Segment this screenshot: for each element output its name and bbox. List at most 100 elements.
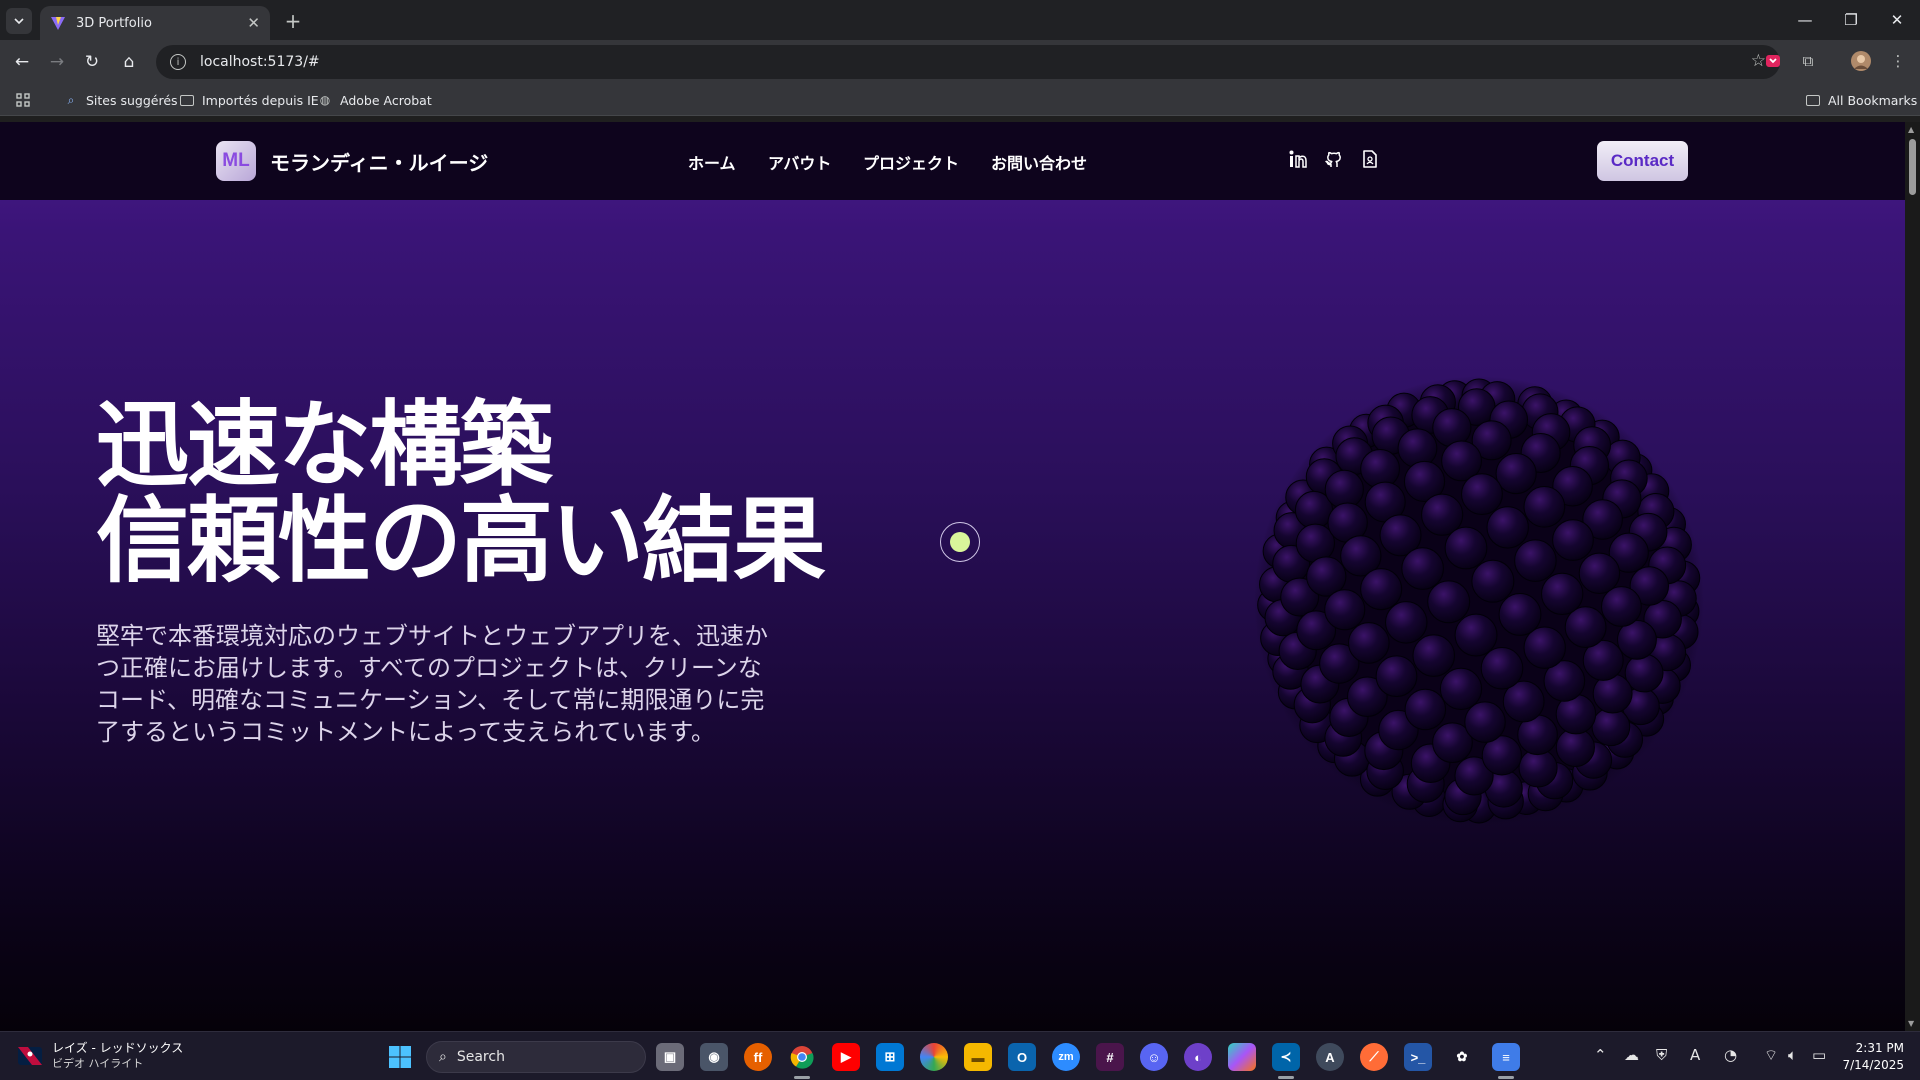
sphere-ball	[1439, 667, 1483, 710]
home-icon[interactable]: ⌂	[115, 48, 143, 76]
linkedin-icon[interactable]	[1287, 148, 1309, 170]
photos-icon[interactable]	[920, 1043, 948, 1071]
folder-icon	[180, 94, 194, 106]
nav-projects[interactable]: プロジェクト	[863, 150, 959, 174]
page-viewport: ML モランディニ・ルイージ ホーム アバウト プロジェクト お問い合わせ Co…	[0, 122, 1905, 1031]
nav-home[interactable]: ホーム	[688, 150, 736, 174]
vscode-active-indicator	[1278, 1076, 1294, 1079]
news-widget[interactable]: レイズ - レッドソックス ビデオ ハイライト	[18, 1040, 183, 1072]
notepad-active-indicator	[1498, 1076, 1514, 1079]
slack-icon[interactable]: #	[1096, 1043, 1124, 1071]
logo-text: ML	[222, 150, 250, 171]
new-tab-button[interactable]: +	[280, 8, 306, 34]
nav-about[interactable]: アバウト	[768, 150, 831, 174]
3d-sphere-canvas[interactable]	[1244, 366, 1714, 836]
chrome-menu-icon[interactable]: ⋮	[1887, 50, 1909, 72]
sphere-ball	[1464, 701, 1506, 743]
chevron-down-icon	[14, 18, 24, 25]
tray-overflow-icon[interactable]: ⌃	[1594, 1046, 1607, 1064]
restore-icon[interactable]: ❐	[1828, 0, 1874, 40]
chatgpt-icon[interactable]: ✿	[1448, 1043, 1476, 1071]
scroll-up-icon[interactable]: ▲	[1908, 125, 1914, 134]
custom-cursor	[940, 522, 980, 562]
site-info-icon[interactable]: i	[170, 54, 186, 70]
sphere-ball	[1404, 688, 1447, 731]
security-icon[interactable]: ⛨	[1656, 1046, 1667, 1064]
profile-avatar[interactable]	[1850, 50, 1872, 72]
browser-tab[interactable]: 3D Portfolio ✕	[40, 6, 270, 40]
firefox-icon[interactable]: ff	[744, 1043, 772, 1071]
scroll-thumb[interactable]	[1909, 139, 1916, 195]
bookmarks-bar: ⌕ Sites suggérés Importés depuis IE ◍ Ad…	[0, 84, 1920, 116]
contact-button[interactable]: Contact	[1597, 141, 1688, 181]
bookmark-imported[interactable]: Importés depuis IE	[180, 90, 319, 110]
reload-icon[interactable]: ↻	[78, 48, 106, 76]
mlb-logo-icon	[18, 1047, 42, 1065]
github-desktop-icon[interactable]: ◐	[1184, 1043, 1212, 1071]
vscode-icon[interactable]: ≺	[1272, 1043, 1300, 1071]
sphere-ball	[1601, 586, 1642, 627]
sphere-ball	[1471, 559, 1515, 603]
forward-icon[interactable]: →	[43, 48, 71, 76]
github-icon[interactable]	[1323, 148, 1345, 170]
chrome-icon[interactable]	[788, 1043, 816, 1071]
sphere-ball	[1498, 593, 1542, 636]
brand-name[interactable]: モランディニ・ルイージ	[270, 147, 488, 176]
sphere-ball	[1385, 601, 1428, 644]
focus-icon[interactable]: ◔	[1724, 1046, 1737, 1064]
site-logo[interactable]: ML	[216, 141, 256, 181]
page-scrollbar[interactable]: ▲ ▼	[1905, 122, 1920, 1031]
copilot-icon[interactable]	[1228, 1043, 1256, 1071]
sphere-ball	[1348, 622, 1390, 664]
notepad-icon[interactable]: ≡	[1492, 1043, 1520, 1071]
address-bar[interactable]: i localhost:5173/# ☆	[156, 45, 1780, 79]
app-launcher-icon[interactable]: A	[1316, 1043, 1344, 1071]
onedrive-icon[interactable]: ☁	[1624, 1046, 1639, 1064]
close-window-icon[interactable]: ✕	[1874, 0, 1920, 40]
scroll-down-icon[interactable]: ▼	[1908, 1019, 1914, 1028]
all-bookmarks[interactable]: All Bookmarks	[1806, 90, 1917, 110]
sphere-ball	[1454, 613, 1498, 657]
outlook-icon[interactable]: O	[1008, 1043, 1036, 1071]
url-text[interactable]: localhost:5173/#	[200, 54, 320, 70]
hero-subtitle: 堅牢で本番環境対応のウェブサイトとウェブアプリを、迅速かつ正確にお届けします。す…	[96, 622, 768, 746]
discord-icon[interactable]: ☺	[1140, 1043, 1168, 1071]
ms-store-icon[interactable]: ⊞	[876, 1043, 904, 1071]
tab-close-icon[interactable]: ✕	[247, 14, 260, 32]
tab-title: 3D Portfolio	[76, 15, 152, 31]
apps-grid-icon[interactable]	[16, 90, 30, 110]
youtube-icon[interactable]: ▶	[832, 1043, 860, 1071]
powershell-icon[interactable]: >_	[1404, 1043, 1432, 1071]
windows-start-icon[interactable]	[386, 1043, 414, 1071]
pocket-extension-icon[interactable]	[1762, 50, 1784, 72]
resume-icon[interactable]	[1359, 148, 1381, 170]
search-placeholder: Search	[456, 1049, 505, 1065]
sphere-ball	[1397, 428, 1438, 469]
ime-icon[interactable]: A	[1690, 1046, 1700, 1064]
taskbar-search[interactable]: ⌕ Search	[426, 1041, 646, 1073]
hero-title: 迅速な構築 信頼性の高い結果	[96, 397, 826, 589]
file-explorer-icon[interactable]: ▬	[964, 1043, 992, 1071]
sphere-ball	[1495, 453, 1537, 495]
search-icon: ⌕	[439, 1049, 447, 1065]
extensions-icon[interactable]: ⧉	[1797, 50, 1819, 72]
chrome-active-indicator	[794, 1076, 810, 1079]
bookmark-acrobat[interactable]: ◍ Adobe Acrobat	[318, 90, 432, 110]
volume-icon[interactable]: 🔈︎	[1788, 1046, 1797, 1064]
battery-icon[interactable]: ▭	[1812, 1046, 1826, 1064]
task-view-icon[interactable]: ▣	[656, 1043, 684, 1071]
tab-search-button[interactable]	[6, 8, 32, 34]
wifi-icon[interactable]: ⌔	[1764, 1046, 1778, 1065]
globe-icon: ◍	[319, 93, 331, 107]
bookmark-suggested[interactable]: ⌕ Sites suggérés	[64, 90, 178, 110]
camera-app-icon[interactable]: ◉	[700, 1043, 728, 1071]
minimize-icon[interactable]: —	[1782, 0, 1828, 40]
nav-contact[interactable]: お問い合わせ	[991, 150, 1087, 174]
back-icon[interactable]: ←	[8, 48, 36, 76]
taskbar-clock[interactable]: 2:31 PM 7/14/2025	[1842, 1040, 1904, 1074]
zoom-icon[interactable]: zm	[1052, 1043, 1080, 1071]
postman-icon[interactable]: ⟋	[1360, 1043, 1388, 1071]
site-navbar: ML モランディニ・ルイージ ホーム アバウト プロジェクト お問い合わせ Co…	[0, 122, 1905, 200]
news-headline: レイズ - レッドソックス	[52, 1041, 184, 1055]
sphere-ball	[1480, 647, 1524, 690]
